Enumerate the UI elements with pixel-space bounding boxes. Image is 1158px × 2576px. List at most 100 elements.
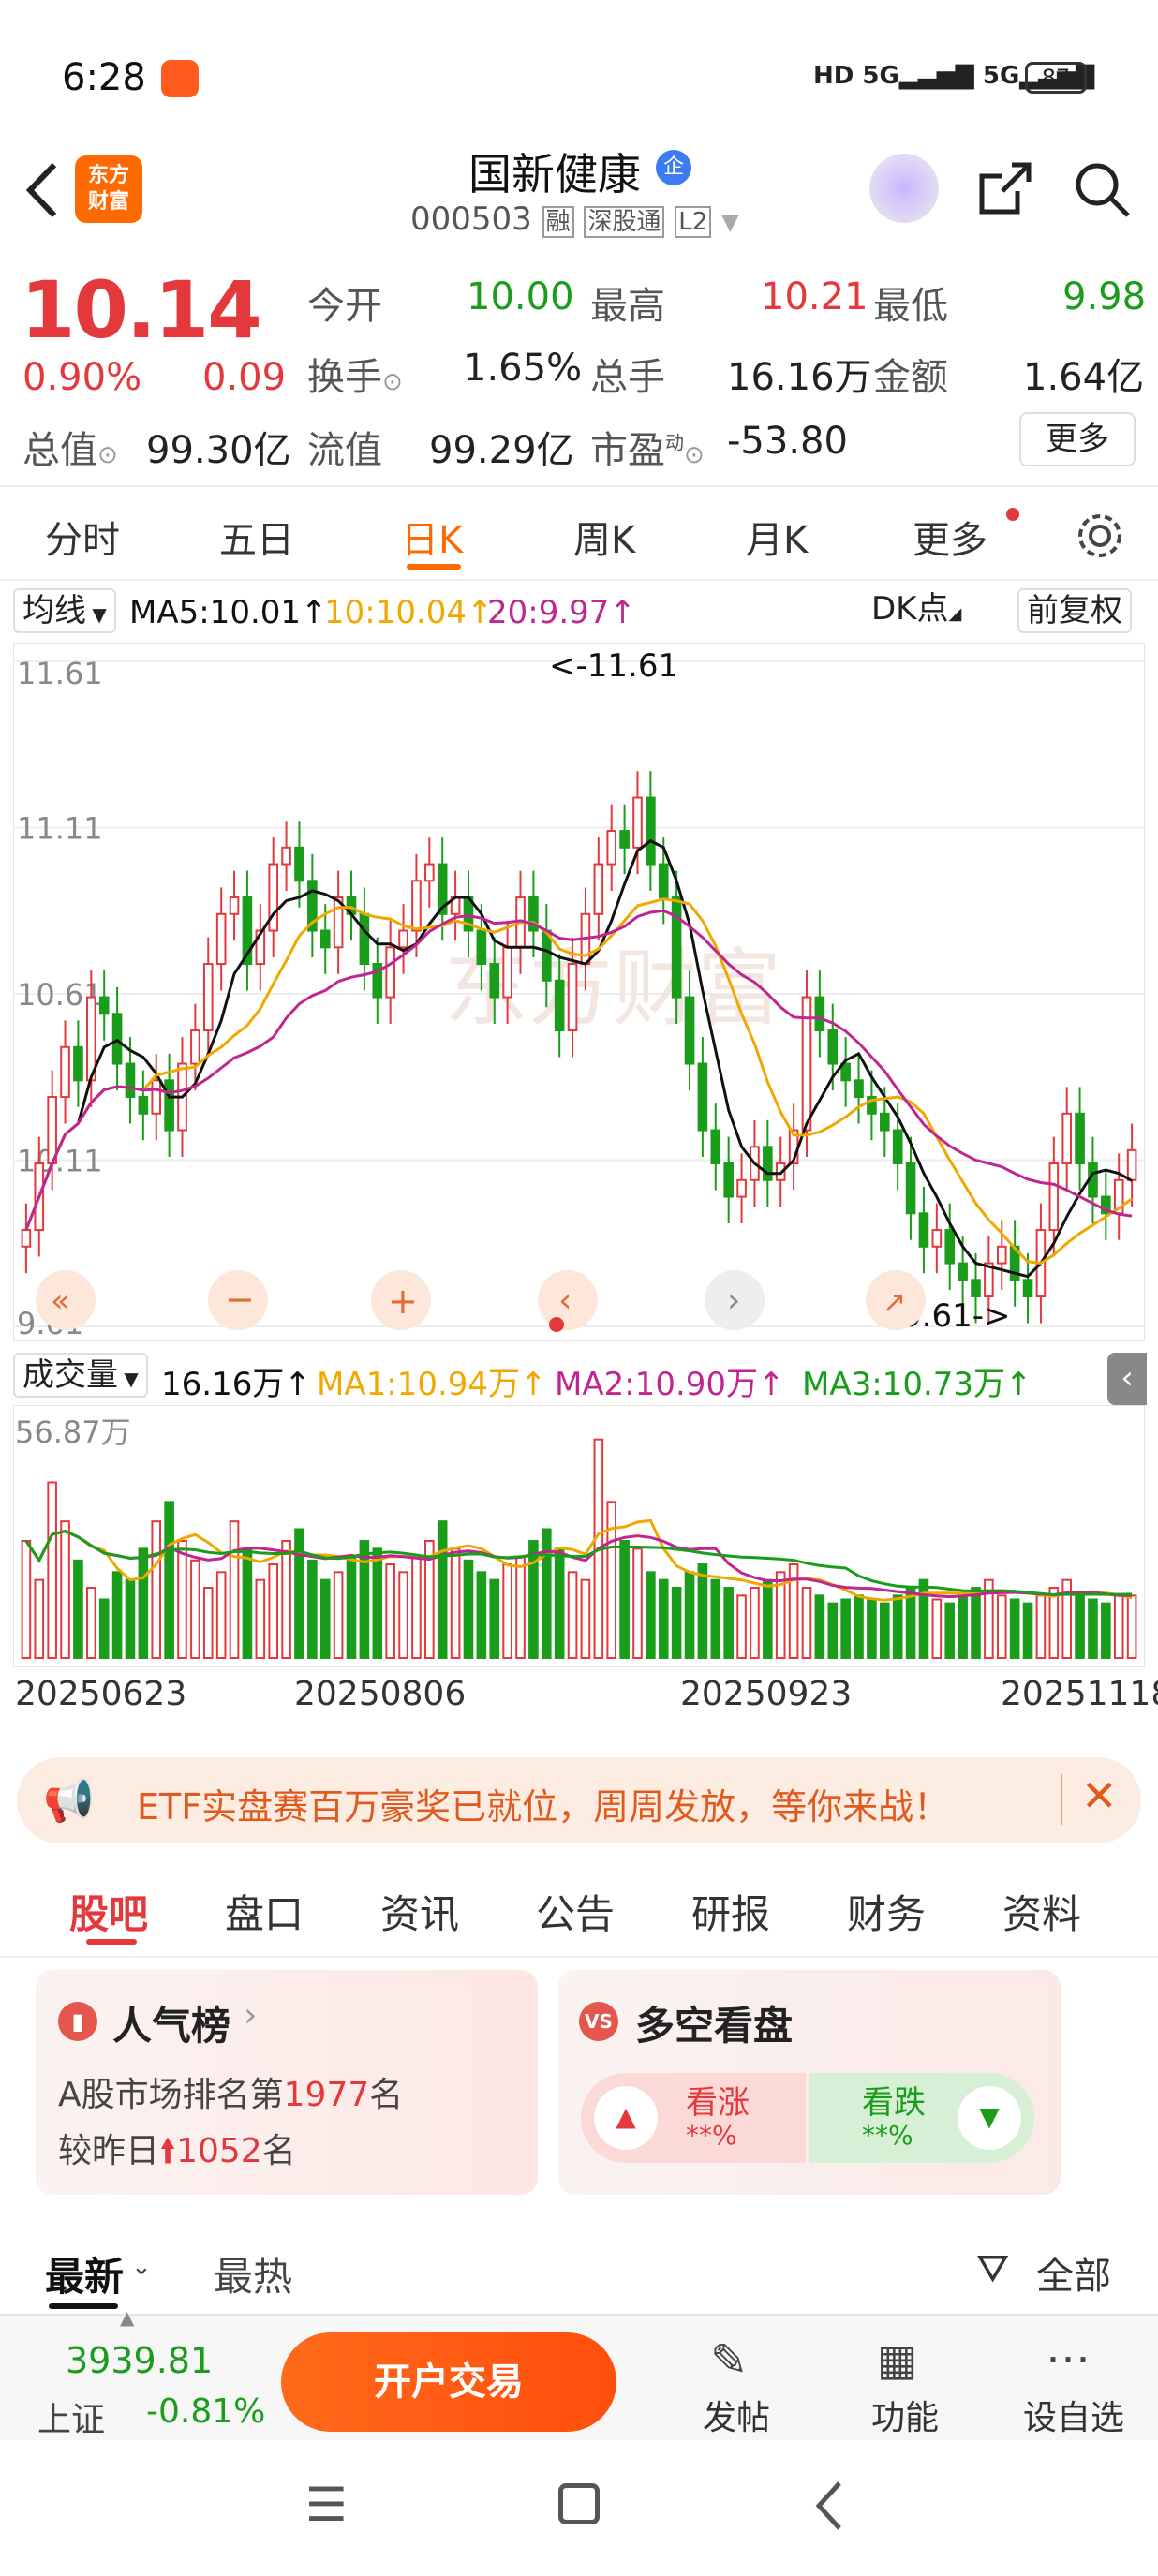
double-left-icon: « xyxy=(51,1282,70,1320)
date-label-1: 20250623 xyxy=(15,1675,187,1713)
popularity-card[interactable]: ▮ 人气榜 › A股市场排名第1977名 较昨日🠙1052名 xyxy=(36,1970,538,2195)
grid-icon[interactable]: ▦ xyxy=(877,2334,917,2385)
info-icon[interactable]: ⊙ xyxy=(382,368,403,396)
ma-selector[interactable]: 均线 ▼ xyxy=(13,588,116,633)
candle-body xyxy=(736,1178,747,1198)
bearish-button[interactable]: 看跌 **% ▼ xyxy=(809,2073,1034,2163)
volume-bar xyxy=(34,1578,45,1660)
candle-body xyxy=(944,1229,956,1265)
volume-bar xyxy=(21,1540,32,1659)
function-button[interactable]: 功能 xyxy=(871,2391,939,2439)
info-icon[interactable]: ⊙ xyxy=(684,441,705,469)
sort-latest[interactable]: 最新 xyxy=(45,2245,124,2302)
candle-body xyxy=(892,1129,903,1165)
tab-weekly-k[interactable]: 周K xyxy=(573,510,635,564)
post-button[interactable]: 发帖 xyxy=(703,2391,770,2439)
menu-icon[interactable]: ☰ xyxy=(305,2478,348,2532)
candle-body xyxy=(138,1096,149,1115)
vs-icon: VS xyxy=(579,2002,618,2041)
candle-body xyxy=(476,929,487,966)
tab-news[interactable]: 资讯 xyxy=(380,1883,459,1940)
candle-body xyxy=(879,1112,890,1132)
share-icon[interactable] xyxy=(974,159,1034,219)
volume-bar xyxy=(750,1587,760,1659)
app-logo[interactable]: 东方 财富 xyxy=(75,155,142,223)
promo-banner[interactable]: 📢 ETF实盘赛百万豪奖已就位，周周发放，等你来战！ ✕ xyxy=(17,1757,1141,1843)
candle-body xyxy=(411,880,422,932)
volume-bar xyxy=(1126,1594,1137,1659)
candle-body xyxy=(125,1062,136,1099)
volume-bar xyxy=(229,1520,240,1659)
dk-point-toggle[interactable]: DK点◢ xyxy=(864,588,970,633)
volume-bar xyxy=(450,1547,461,1659)
adjust-selector[interactable]: 前复权 xyxy=(1017,588,1132,633)
tab-announcements[interactable]: 公告 xyxy=(536,1883,615,1940)
volume-bar xyxy=(47,1481,57,1659)
volume-bar xyxy=(151,1520,162,1659)
candle-body xyxy=(1126,1148,1137,1181)
app-notification-icon xyxy=(161,60,199,97)
high-label: 最高 xyxy=(590,285,665,328)
filter-all[interactable]: 全部 xyxy=(1036,2245,1111,2300)
search-icon[interactable] xyxy=(1072,159,1132,219)
bullish-pct: **% xyxy=(686,2120,737,2151)
community-tabs: 股吧 盘口 资讯 公告 研报 财务 资料 xyxy=(0,1864,1158,1958)
minus-icon: − xyxy=(225,1279,255,1320)
popularity-title: 人气榜 xyxy=(112,2003,231,2049)
volume-bar xyxy=(502,1563,512,1659)
volume-bar xyxy=(827,1602,839,1660)
candle-body xyxy=(294,846,304,882)
info-icon[interactable]: ⊙ xyxy=(97,441,118,469)
tab-profile[interactable]: 资料 xyxy=(1002,1883,1081,1940)
volume-bar xyxy=(319,1578,331,1660)
volume-bar xyxy=(580,1578,591,1660)
volume-selector[interactable]: 成交量 ▼ xyxy=(13,1353,148,1398)
stock-code: 000503 xyxy=(410,200,532,238)
volume-legend-bar: 成交量 ▼ 16.16万↑ MA1:10.94万↑ MA2:10.90万↑ MA… xyxy=(0,1345,1158,1405)
post-icon[interactable]: ✎ xyxy=(710,2334,748,2387)
filter-icon[interactable]: ⛛ xyxy=(976,2245,1009,2292)
tab-more[interactable]: 更多 xyxy=(913,510,987,564)
home-icon[interactable] xyxy=(558,2483,600,2524)
volume-bar xyxy=(60,1520,70,1659)
more-button[interactable]: 更多 xyxy=(1019,412,1136,466)
active-subtab-indicator xyxy=(86,1939,137,1945)
sort-hot[interactable]: 最热 xyxy=(214,2245,292,2302)
tab-5day[interactable]: 五日 xyxy=(219,510,294,564)
open-account-trade-button[interactable]: 开户交易 xyxy=(281,2332,616,2432)
tab-finance[interactable]: 财务 xyxy=(847,1883,926,1940)
volume-bar xyxy=(1075,1594,1085,1659)
candle-body xyxy=(671,896,682,999)
close-icon[interactable]: ✕ xyxy=(1081,1770,1118,1821)
volume-bar xyxy=(190,1559,200,1659)
collapse-panel-button[interactable]: ‹ xyxy=(1107,1353,1147,1405)
dropdown-icon[interactable]: ▼ xyxy=(721,209,738,235)
current-price: 10.14 xyxy=(21,264,262,356)
candle-body xyxy=(723,1162,734,1198)
tab-research[interactable]: 研报 xyxy=(691,1883,770,1940)
change-amt: 0.09 xyxy=(202,356,287,399)
settings-icon[interactable] xyxy=(1074,510,1126,562)
volume-bar xyxy=(372,1547,383,1659)
volume-bar xyxy=(125,1578,136,1660)
back-icon[interactable] xyxy=(19,157,66,223)
expand-up-icon[interactable]: ▲ xyxy=(120,2306,134,2329)
active-tab-indicator xyxy=(407,564,461,570)
bullish-button[interactable]: ▲ 看涨 **% xyxy=(581,2073,806,2163)
volume-bar xyxy=(944,1602,956,1660)
tab-monthly-k[interactable]: 月K xyxy=(746,510,808,564)
stock-name: 国新健康 xyxy=(468,149,641,200)
corner-icon: ◢ xyxy=(948,604,962,624)
tab-guba[interactable]: 股吧 xyxy=(69,1883,148,1940)
more-dots-icon[interactable]: ⋯ xyxy=(1046,2332,1091,2385)
tab-daily-k[interactable]: 日K xyxy=(401,510,463,564)
sgt-badge: 深股通 xyxy=(584,206,665,238)
add-watchlist-button[interactable]: 设自选 xyxy=(1023,2391,1124,2439)
candle-body xyxy=(763,1146,773,1181)
tab-intraday[interactable]: 分时 xyxy=(45,510,120,564)
candlestick-chart[interactable]: 东方财富 11.6111.1110.6110.119.61 <-11.61 9.… xyxy=(13,643,1145,1341)
assistant-avatar[interactable] xyxy=(869,154,939,223)
tab-pankou[interactable]: 盘口 xyxy=(225,1883,304,1940)
high-value: 10.21 xyxy=(761,275,868,318)
back-nav-icon[interactable] xyxy=(811,2478,849,2534)
